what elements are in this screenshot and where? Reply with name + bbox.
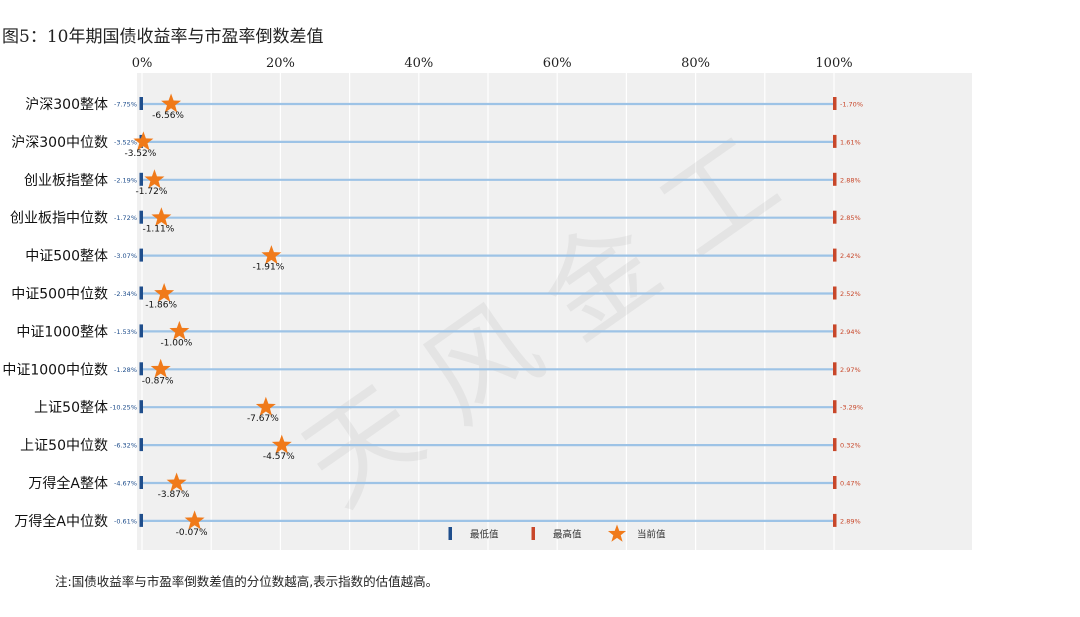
legend-label: 当前值 bbox=[637, 529, 666, 541]
x-tick-label: 40% bbox=[404, 56, 433, 71]
max-marker bbox=[833, 172, 837, 186]
max-value-label: 2.89% bbox=[840, 517, 861, 525]
current-value-label: -3.87% bbox=[158, 490, 190, 500]
row-label: 中证1000中位数 bbox=[2, 362, 108, 378]
row-label: 万得全A中位数 bbox=[14, 513, 108, 530]
min-marker bbox=[139, 476, 143, 489]
max-value-label: 0.32% bbox=[840, 442, 861, 450]
min-value-label: -4.67% bbox=[114, 480, 137, 488]
row-label: 创业板指中位数 bbox=[10, 211, 108, 227]
max-value-label: 2.88% bbox=[840, 176, 861, 184]
current-value-label: -1.00% bbox=[160, 338, 192, 348]
min-marker bbox=[139, 438, 143, 452]
max-marker bbox=[833, 97, 837, 110]
x-tick-label: 100% bbox=[815, 56, 852, 71]
min-value-label: -7.75% bbox=[114, 101, 137, 109]
current-value-label: -1.91% bbox=[252, 263, 284, 273]
max-marker bbox=[833, 210, 837, 224]
min-marker bbox=[139, 210, 143, 224]
max-marker bbox=[833, 324, 837, 338]
row-label: 中证500整体 bbox=[25, 249, 108, 265]
min-marker bbox=[139, 286, 143, 300]
legend-max-marker bbox=[531, 527, 535, 540]
current-value-label: -1.11% bbox=[142, 225, 174, 235]
max-value-label: 0.47% bbox=[840, 480, 861, 488]
current-value-label: -4.57% bbox=[263, 452, 295, 462]
min-marker bbox=[139, 400, 143, 414]
max-marker bbox=[833, 134, 837, 148]
plot-area: 0%20%40%60%80%100%天 风 金 工沪深300整体-7.75%-1… bbox=[2, 56, 972, 550]
min-value-label: -2.19% bbox=[114, 176, 137, 184]
max-marker bbox=[833, 400, 837, 414]
max-value-label: 2.85% bbox=[840, 214, 861, 222]
max-marker bbox=[833, 513, 837, 527]
max-value-label: 2.97% bbox=[840, 366, 861, 374]
current-value-label: -0.87% bbox=[142, 376, 174, 386]
min-value-label: -1.72% bbox=[114, 214, 137, 222]
min-marker bbox=[139, 324, 143, 338]
legend-label: 最高值 bbox=[553, 529, 582, 541]
max-marker bbox=[833, 438, 837, 452]
current-value-label: -6.56% bbox=[152, 111, 184, 121]
legend-label: 最低值 bbox=[470, 529, 499, 541]
row-label: 沪深300中位数 bbox=[11, 135, 108, 151]
max-marker bbox=[833, 362, 837, 376]
current-value-label: -3.52% bbox=[124, 149, 156, 159]
max-value-label: 2.94% bbox=[840, 328, 861, 336]
x-tick-label: 20% bbox=[266, 56, 295, 71]
row-label: 中证500中位数 bbox=[11, 287, 108, 303]
x-tick-label: 0% bbox=[132, 56, 153, 71]
min-marker bbox=[139, 172, 143, 186]
min-marker bbox=[139, 248, 143, 262]
max-value-label: 1.61% bbox=[840, 138, 861, 146]
row-label: 创业板指整体 bbox=[24, 173, 108, 189]
max-marker bbox=[833, 286, 837, 300]
min-marker bbox=[139, 362, 143, 376]
row-label: 沪深300整体 bbox=[25, 97, 108, 113]
max-value-label: 2.42% bbox=[840, 252, 861, 260]
x-tick-label: 60% bbox=[543, 56, 572, 71]
min-marker bbox=[139, 97, 143, 110]
row-label: 上证50整体 bbox=[34, 400, 108, 416]
x-tick-label: 80% bbox=[681, 56, 710, 71]
current-value-label: -0.07% bbox=[176, 528, 208, 538]
row-label: 中证1000整体 bbox=[16, 324, 108, 340]
min-value-label: -10.25% bbox=[110, 404, 137, 412]
row-label: 万得全A整体 bbox=[28, 475, 108, 492]
chart: 图5：10年期国债收益率与市盈率倒数差值 0%20%40%60%80%100%天… bbox=[2, 27, 972, 589]
legend-min-marker bbox=[448, 527, 452, 540]
min-value-label: -2.34% bbox=[114, 290, 137, 298]
figure-title: 图5：10年期国债收益率与市盈率倒数差值 bbox=[2, 27, 323, 47]
current-value-label: -1.72% bbox=[136, 187, 168, 197]
min-value-label: -1.28% bbox=[114, 366, 137, 374]
current-value-label: -7.67% bbox=[247, 414, 279, 424]
min-value-label: -6.32% bbox=[114, 442, 137, 450]
max-marker bbox=[833, 476, 837, 489]
chart-note: 注:国债收益率与市盈率倒数差值的分位数越高,表示指数的估值越高。 bbox=[55, 574, 438, 589]
min-value-label: -3.52% bbox=[114, 138, 137, 146]
min-value-label: -3.07% bbox=[114, 252, 137, 260]
max-value-label: -3.29% bbox=[840, 404, 863, 412]
max-value-label: 2.52% bbox=[840, 290, 861, 298]
max-marker bbox=[833, 248, 837, 262]
min-value-label: -1.53% bbox=[114, 328, 137, 336]
min-marker bbox=[139, 513, 143, 527]
min-value-label: -0.61% bbox=[114, 517, 137, 525]
max-value-label: -1.70% bbox=[840, 101, 863, 109]
current-value-label: -1.86% bbox=[145, 301, 177, 311]
row-label: 上证50中位数 bbox=[20, 438, 108, 454]
